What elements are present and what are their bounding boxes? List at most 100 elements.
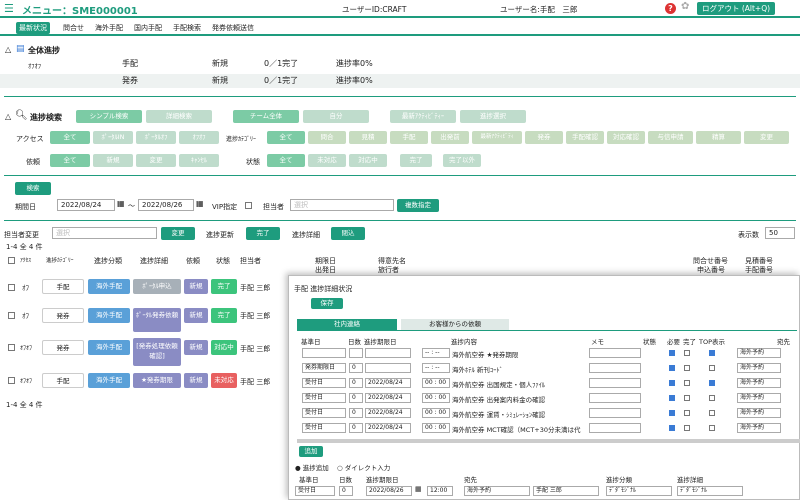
cat-button[interactable]: 最新ｱｸﾃｨﾋﾞﾃｨ <box>472 131 522 144</box>
need-checkbox[interactable] <box>669 365 675 371</box>
cat-button[interactable]: 対応確認 <box>607 131 645 144</box>
latest-activity-button[interactable]: 最新ｱｸﾃｨﾋﾞﾃｨｰ <box>390 110 456 123</box>
tab-issue[interactable]: 発券依頼送信 <box>212 23 254 33</box>
table-row[interactable]: ｵﾌｵﾌ 発券 海外手配 [発券処理依頼確認] 新規 対応中 手配 三郎 <box>0 336 288 368</box>
complete-button[interactable]: 完了 <box>246 227 280 240</box>
state-unhandled-button[interactable]: 未対応 <box>308 154 346 167</box>
req-change-button[interactable]: 変更 <box>136 154 176 167</box>
need-checkbox[interactable] <box>669 395 675 401</box>
req-new-button[interactable]: 新規 <box>93 154 133 167</box>
top-checkbox[interactable] <box>709 350 715 356</box>
form-time-input[interactable]: 12:00 <box>427 486 453 496</box>
form-staff-select[interactable]: 手配 三郎 <box>533 486 599 496</box>
self-button[interactable]: 自分 <box>303 110 369 123</box>
tab-search[interactable]: 手配検索 <box>173 23 201 33</box>
tab-latest[interactable]: 最新状況 <box>16 22 50 34</box>
staff-change-select[interactable]: 選択 <box>52 227 157 239</box>
horizontal-scrollbar[interactable] <box>297 439 800 443</box>
radio-add[interactable]: ● 進捗追加 <box>295 462 329 472</box>
simple-search-button[interactable]: シンプル検索 <box>76 110 142 123</box>
top-checkbox[interactable] <box>709 380 715 386</box>
cat-button[interactable]: 手配確認 <box>566 131 604 144</box>
cat-button[interactable]: 問合 <box>308 131 346 144</box>
tab-customer-request[interactable]: お客様からの依頼 <box>401 319 509 330</box>
state-done-button[interactable]: 完了 <box>400 154 432 167</box>
done-checkbox[interactable] <box>684 395 690 401</box>
calendar-icon[interactable]: ▦ <box>196 199 204 208</box>
row-checkbox[interactable] <box>8 344 15 351</box>
form-days-input[interactable]: 0 <box>339 486 353 496</box>
cat-button[interactable]: 与信申請 <box>648 131 693 144</box>
form-class-select[interactable]: ﾃﾞﾀﾞﾓｼﾞﾅﾙ <box>606 486 672 496</box>
state-inprogress-button[interactable]: 対応中 <box>349 154 387 167</box>
cat-button[interactable]: 出発前 <box>431 131 469 144</box>
progress-select-button[interactable]: 進捗選択 <box>460 110 526 123</box>
cat-button[interactable]: 発券 <box>525 131 563 144</box>
team-all-button[interactable]: チーム全体 <box>233 110 299 123</box>
form-base-select[interactable]: 受付日 <box>295 486 335 496</box>
memo-input[interactable] <box>589 363 641 373</box>
tab-overseas[interactable]: 海外手配 <box>95 23 123 33</box>
memo-input[interactable] <box>589 348 641 358</box>
close-button[interactable]: 閉込 <box>331 227 365 240</box>
state-not-done-button[interactable]: 完了以外 <box>443 154 481 167</box>
form-detail-select[interactable]: ﾃﾞﾀﾞﾓｼﾞﾅﾙ <box>677 486 743 496</box>
req-cancel-button[interactable]: ｷｬﾝｾﾙ <box>179 154 219 167</box>
search-button[interactable]: 検索 <box>15 182 51 195</box>
access-all-button[interactable]: 全て <box>50 131 90 144</box>
need-checkbox[interactable] <box>669 380 675 386</box>
calendar-icon[interactable]: ▦ <box>415 485 422 493</box>
row-checkbox[interactable] <box>8 284 15 291</box>
form-dest-select[interactable]: 海外予約 <box>464 486 530 496</box>
done-checkbox[interactable] <box>684 350 690 356</box>
need-checkbox[interactable] <box>669 410 675 416</box>
done-checkbox[interactable] <box>684 380 690 386</box>
row-checkbox[interactable] <box>8 377 15 384</box>
access-portal-off-button[interactable]: ﾎﾟｰﾀﾙｵﾌ <box>136 131 176 144</box>
calendar-icon[interactable]: ▦ <box>117 199 125 208</box>
done-checkbox[interactable] <box>684 365 690 371</box>
memo-input[interactable] <box>589 408 641 418</box>
table-row[interactable]: ｵﾌｵﾌ 手配 海外手配 ★発券期限 新規 未対応 手配 三郎 <box>0 371 288 395</box>
need-checkbox[interactable] <box>669 425 675 431</box>
top-checkbox[interactable] <box>709 425 715 431</box>
need-checkbox[interactable] <box>669 350 675 356</box>
form-date-input[interactable]: 2022/08/26 <box>366 486 412 496</box>
change-button[interactable]: 変更 <box>161 227 195 240</box>
top-checkbox[interactable] <box>709 410 715 416</box>
state-all-button[interactable]: 全て <box>267 154 305 167</box>
help-icon[interactable]: ? <box>665 3 676 14</box>
settings-icon[interactable]: ✿ <box>681 1 689 12</box>
collapse-icon[interactable]: △ <box>5 45 11 54</box>
cat-button[interactable]: 変更 <box>744 131 789 144</box>
vip-checkbox[interactable] <box>245 202 252 209</box>
cat-button[interactable]: 精算 <box>696 131 741 144</box>
cat-button[interactable]: 見積 <box>349 131 387 144</box>
detail-search-button[interactable]: 詳細検索 <box>146 110 212 123</box>
tab-domestic[interactable]: 国内手配 <box>134 23 162 33</box>
table-row[interactable]: ｵﾌ 手配 海外手配 ﾎﾟｰﾀﾙ申込 新規 完了 手配 三郎 <box>0 276 288 304</box>
access-portal-in-button[interactable]: ﾎﾟｰﾀﾙIN <box>93 131 133 144</box>
memo-input[interactable] <box>589 378 641 388</box>
radio-direct[interactable]: ○ ダイレクト入力 <box>337 462 390 472</box>
memo-input[interactable] <box>589 423 641 433</box>
logout-button[interactable]: ログアウト (Alt+Q) <box>697 2 775 15</box>
page-size-select[interactable]: 50 <box>765 227 795 239</box>
tab-inquiry[interactable]: 問合せ <box>63 23 84 33</box>
tab-internal[interactable]: 社内連絡 <box>297 319 397 330</box>
cat-button[interactable]: 全て <box>267 131 305 144</box>
date-to-input[interactable]: 2022/08/26 <box>138 199 194 211</box>
row-checkbox[interactable] <box>8 312 15 319</box>
table-row[interactable]: ｵﾌ 発券 海外手配 ﾎﾟｰﾀﾙ発券依頼 新規 完了 手配 三郎 <box>0 306 288 334</box>
top-checkbox[interactable] <box>709 365 715 371</box>
date-from-input[interactable]: 2022/08/24 <box>57 199 115 211</box>
select-all-checkbox[interactable] <box>8 257 15 264</box>
top-checkbox[interactable] <box>709 395 715 401</box>
hamburger-icon[interactable]: ☰ <box>4 2 14 15</box>
save-button[interactable]: 保存 <box>311 298 343 309</box>
collapse-icon[interactable]: △ <box>5 112 11 121</box>
staff-select[interactable]: 選択 <box>290 199 394 211</box>
req-all-button[interactable]: 全て <box>50 154 90 167</box>
memo-input[interactable] <box>589 393 641 403</box>
multi-select-button[interactable]: 複数指定 <box>397 199 439 212</box>
